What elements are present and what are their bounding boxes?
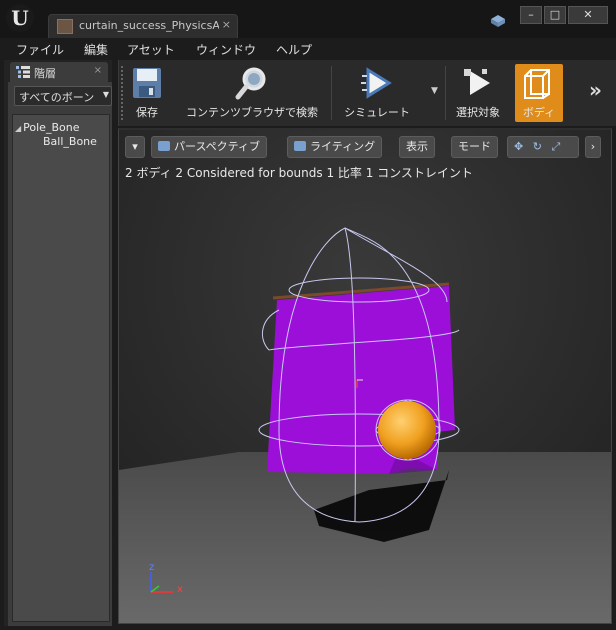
transform-tools[interactable]: ✥ ↻ ⤢ — [507, 136, 579, 158]
perspective-button[interactable]: パースペクティブ — [151, 136, 268, 158]
tree-item-ball-bone[interactable]: Ball_Bone — [43, 135, 97, 148]
toolbar-separator — [331, 66, 332, 120]
unreal-logo: U — [6, 4, 34, 32]
mode-button[interactable]: モード — [451, 136, 498, 158]
toolbar-grip[interactable] — [121, 66, 125, 120]
chevron-down-icon: ▼ — [102, 90, 109, 99]
close-window-button[interactable]: ✕ — [568, 6, 608, 24]
play-selected-icon — [464, 69, 490, 95]
maximize-button[interactable]: □ — [544, 6, 566, 24]
lighting-button[interactable]: ライティング — [287, 136, 383, 158]
hierarchy-icon — [16, 66, 30, 78]
toolbar-separator — [445, 66, 446, 120]
menu-window[interactable]: ウィンドウ — [196, 41, 256, 58]
bone-filter-dropdown[interactable]: すべてのボーン ▼ — [14, 86, 112, 106]
translate-icon[interactable]: ✥ — [514, 140, 523, 153]
viewport-overflow-button[interactable]: › — [585, 136, 601, 158]
menu-help[interactable]: ヘルプ — [276, 41, 312, 58]
expand-arrow-icon[interactable]: ◢ — [15, 124, 21, 133]
rotate-icon[interactable]: ↻ — [533, 140, 542, 153]
show-button[interactable]: 表示 — [399, 136, 435, 158]
hierarchy-body: すべてのボーン ▼ ◢ Pole_Bone Ball_Bone — [8, 82, 112, 626]
selected-only-label: 選択対象 — [456, 106, 500, 119]
find-in-content-browser-button[interactable]: コンテンツブラウザで検索 — [177, 64, 327, 122]
source-control-icon[interactable] — [490, 14, 506, 28]
axis-x-label: x — [177, 584, 183, 595]
bone-name: Pole_Bone — [23, 121, 80, 134]
lighting-icon — [294, 141, 306, 151]
save-icon — [133, 68, 161, 98]
simulate-icon — [361, 67, 392, 99]
asset-tab-label: curtain_success_PhysicsA — [79, 19, 219, 32]
title-bar: U curtain_success_PhysicsA × – □ ✕ — [0, 0, 616, 38]
body-mode-label: ボディ — [522, 106, 556, 119]
lighting-label: ライティング — [310, 140, 376, 153]
bone-tree: ◢ Pole_Bone Ball_Bone — [12, 114, 110, 622]
menu-bar: ファイル 編集 アセット ウィンドウ ヘルプ — [0, 38, 616, 60]
menu-file[interactable]: ファイル — [16, 41, 64, 58]
tree-item-pole-bone[interactable]: ◢ Pole_Bone — [15, 121, 79, 134]
physics-viewport[interactable]: ▾ パースペクティブ ライティング 表示 モード ✥ ↻ ⤢ › 2 ボディ 2… — [118, 128, 612, 624]
hierarchy-tab-label: 階層 — [34, 67, 56, 80]
menu-edit[interactable]: 編集 — [84, 41, 108, 58]
hierarchy-tab-close-icon[interactable]: × — [94, 65, 102, 76]
simulate-options-arrow-icon[interactable]: ▼ — [431, 86, 438, 96]
toolbar-overflow-button[interactable]: » — [589, 78, 602, 102]
bone-filter-value: すべてのボーン — [19, 91, 95, 104]
tab-close-icon[interactable]: × — [222, 18, 231, 31]
main-toolbar: 保存 コンテンツブラウザで検索 シミュレート ▼ 選択対象 ボディ » — [118, 60, 616, 126]
magnifier-icon — [235, 67, 266, 100]
minimize-button[interactable]: – — [520, 6, 542, 24]
asset-tab[interactable]: curtain_success_PhysicsA × — [48, 14, 238, 38]
perspective-label: パースペクティブ — [174, 140, 261, 153]
hierarchy-panel: 階層 × すべてのボーン ▼ ◢ Pole_Bone Ball_Bone — [4, 60, 112, 626]
bone-name: Ball_Bone — [43, 135, 97, 148]
simulate-label: シミュレート — [344, 106, 410, 119]
selected-only-button[interactable]: 選択対象 — [449, 64, 507, 122]
find-in-content-browser-label: コンテンツブラウザで検索 — [186, 106, 318, 119]
body-mode-button[interactable]: ボディ — [515, 64, 563, 122]
hierarchy-tab[interactable]: 階層 × — [10, 62, 108, 82]
viewport-options-button[interactable]: ▾ — [125, 136, 145, 158]
simulate-button[interactable]: シミュレート — [337, 64, 417, 122]
menu-asset[interactable]: アセット — [127, 41, 175, 58]
save-button[interactable]: 保存 — [127, 64, 167, 122]
perspective-icon — [158, 141, 170, 151]
scale-icon[interactable]: ⤢ — [551, 140, 560, 153]
save-label: 保存 — [136, 106, 158, 119]
axis-z-label: z — [149, 562, 155, 573]
viewport-scene — [119, 130, 611, 623]
body-mode-icon — [524, 69, 550, 99]
physics-asset-icon — [57, 19, 73, 34]
viewport-stats: 2 ボディ 2 Considered for bounds 1 比率 1 コンス… — [125, 166, 473, 180]
